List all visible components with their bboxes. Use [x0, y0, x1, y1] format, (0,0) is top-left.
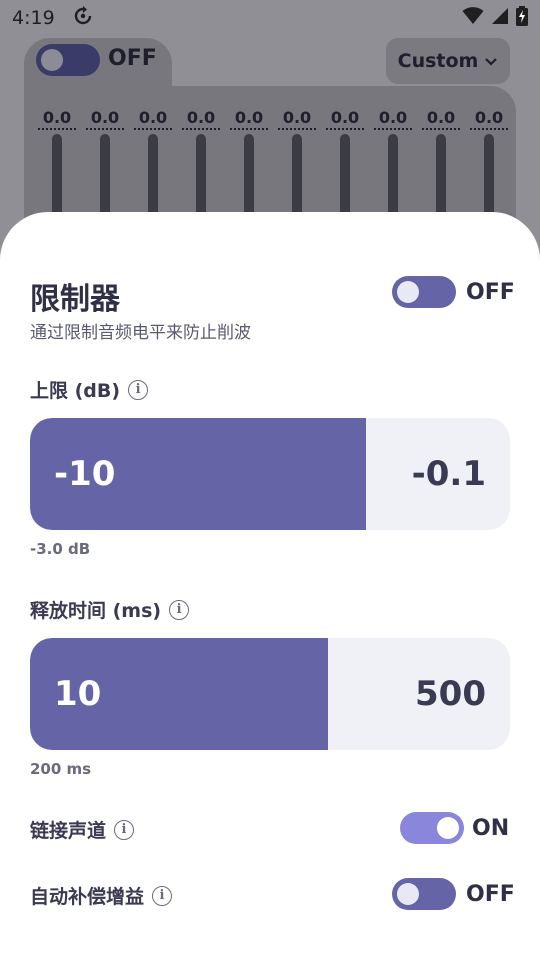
band-slider[interactable]	[470, 134, 508, 224]
release-slider[interactable]: 10 500	[30, 638, 510, 750]
status-icons	[462, 5, 528, 31]
ceiling-current-value: -3.0 dB	[30, 540, 91, 558]
auto-gain-state: OFF	[466, 882, 515, 907]
toggle-knob	[397, 281, 419, 303]
toggle-knob	[41, 49, 63, 71]
auto-gain-label-text: 自动补偿增益	[30, 886, 145, 908]
sheet-title: 限制器	[30, 282, 120, 317]
release-label: 释放时间 (ms) i	[30, 596, 190, 623]
band-slider[interactable]	[38, 134, 76, 224]
band-value[interactable]: 0.0	[86, 108, 124, 130]
band-slider[interactable]	[422, 134, 460, 224]
release-max: 500	[415, 674, 486, 714]
band-slider[interactable]	[230, 134, 268, 224]
ceiling-slider[interactable]: -10 -0.1	[30, 418, 510, 530]
limiter-bottom-sheet: 限制器 通过限制音频电平来防止削波 OFF 上限 (dB) i -10 -0.1…	[0, 212, 540, 960]
limiter-toggle[interactable]	[392, 276, 456, 308]
info-icon[interactable]: i	[169, 599, 190, 620]
ceiling-label: 上限 (dB) i	[30, 376, 149, 403]
band-slider-track	[148, 134, 158, 224]
band-slider[interactable]	[374, 134, 412, 224]
wifi-icon	[462, 6, 484, 30]
band-value[interactable]: 0.0	[422, 108, 460, 130]
band-sliders	[38, 134, 508, 224]
band-value[interactable]: 0.0	[374, 108, 412, 130]
status-time: 4:19	[12, 7, 55, 29]
status-bar: 4:19	[0, 0, 540, 36]
band-slider-track	[388, 134, 398, 224]
chevron-down-icon	[484, 50, 498, 72]
band-slider[interactable]	[86, 134, 124, 224]
release-min: 10	[54, 674, 102, 714]
link-channels-toggle[interactable]	[400, 812, 464, 844]
band-slider-track	[52, 134, 62, 224]
band-slider[interactable]	[278, 134, 316, 224]
band-value[interactable]: 0.0	[470, 108, 508, 130]
sheet-subtitle: 通过限制音频电平来防止削波	[30, 323, 251, 343]
band-slider-track	[196, 134, 206, 224]
link-channels-state: ON	[472, 816, 510, 841]
signal-icon	[491, 7, 509, 30]
band-slider-track	[244, 134, 254, 224]
band-slider-track	[100, 134, 110, 224]
band-value[interactable]: 0.0	[134, 108, 172, 130]
info-icon[interactable]: i	[128, 379, 149, 400]
ceiling-min: -10	[54, 454, 116, 494]
limiter-toggle-state: OFF	[466, 280, 515, 305]
release-label-text: 释放时间 (ms)	[30, 600, 162, 622]
band-slider[interactable]	[134, 134, 172, 224]
auto-gain-toggle[interactable]	[392, 878, 456, 910]
battery-charging-icon	[516, 5, 528, 31]
link-channels-label-text: 链接声道	[30, 820, 107, 842]
band-value[interactable]: 0.0	[278, 108, 316, 130]
release-current-value: 200 ms	[30, 760, 92, 778]
sync-icon	[73, 5, 93, 31]
link-channels-label: 链接声道 i	[30, 816, 135, 843]
ceiling-label-text: 上限 (dB)	[30, 380, 121, 402]
equalizer-toggle[interactable]	[36, 44, 100, 76]
band-slider-track	[340, 134, 350, 224]
ceiling-max: -0.1	[411, 454, 486, 494]
band-slider-track	[292, 134, 302, 224]
info-icon[interactable]: i	[114, 819, 135, 840]
band-slider[interactable]	[182, 134, 220, 224]
band-values: 0.0 0.0 0.0 0.0 0.0 0.0 0.0 0.0 0.0 0.0	[38, 108, 508, 130]
band-slider[interactable]	[326, 134, 364, 224]
band-slider-track	[436, 134, 446, 224]
band-value[interactable]: 0.0	[326, 108, 364, 130]
band-value[interactable]: 0.0	[230, 108, 268, 130]
toggle-knob	[397, 883, 419, 905]
band-value[interactable]: 0.0	[38, 108, 76, 130]
band-value[interactable]: 0.0	[182, 108, 220, 130]
auto-gain-label: 自动补偿增益 i	[30, 882, 173, 909]
preset-dropdown[interactable]: Custom	[386, 38, 510, 84]
equalizer-toggle-state: OFF	[108, 46, 157, 71]
info-icon[interactable]: i	[152, 885, 173, 906]
band-slider-track	[484, 134, 494, 224]
preset-label: Custom	[397, 50, 479, 72]
toggle-knob	[437, 817, 459, 839]
